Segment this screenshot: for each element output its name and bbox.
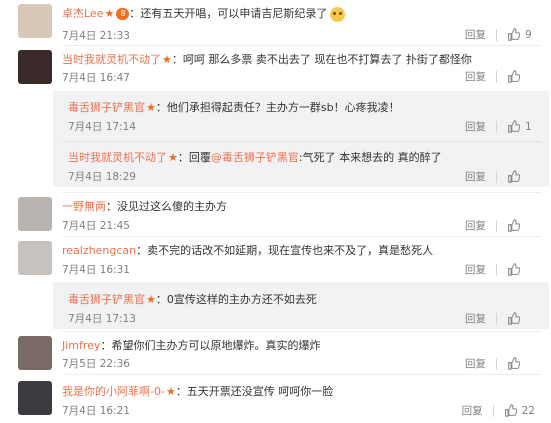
level-badge-icon: 8 — [116, 8, 130, 20]
comment-item: 卓杰Lee★ 8 ：还有五天开唱，可以申请吉尼斯纪录了 7月4日 21:33 回复 … — [0, 0, 551, 48]
commenter-name[interactable]: 当时我就灵机不动了 — [68, 151, 167, 164]
like-button[interactable]: 22 — [504, 404, 535, 417]
sub-reply-item: 毒舌狮子铲黑官★：0宣传这样的主办方还不如去死 7月4日 17:13 回复 — [0, 289, 551, 329]
comment-date: 7月5日 22:36 — [62, 358, 130, 370]
divider — [496, 219, 497, 232]
comment-text: ：还有五天开唱，可以申请吉尼斯纪录了 — [129, 7, 328, 20]
thumbs-up-icon — [504, 404, 517, 417]
like-button[interactable] — [507, 312, 535, 325]
comment-text: ：他们承担得起责任？主办方一群sb！心疼我凌！ — [155, 101, 400, 114]
comment-date: 7月4日 21:45 — [62, 220, 130, 232]
thumbs-up-icon — [508, 263, 520, 276]
divider — [496, 70, 497, 83]
comment-date: 7月4日 21:33 — [62, 30, 130, 42]
divider — [496, 263, 497, 276]
vip-star-icon: ★ — [168, 151, 178, 164]
comment-item: Jimfrey：希望你们主办方可以原地爆炸。真实的爆炸 7月5日 22:36 回… — [0, 332, 551, 374]
like-count: 22 — [521, 404, 535, 417]
like-button[interactable] — [507, 70, 535, 83]
reply-button[interactable]: 回复 — [462, 403, 483, 418]
comment-date: 7月4日 16:21 — [62, 405, 130, 417]
commenter-name[interactable]: 一野無两 — [62, 200, 106, 213]
reply-button[interactable]: 回复 — [465, 27, 486, 42]
comment-date: 7月4日 16:31 — [62, 264, 130, 276]
divider — [496, 357, 497, 370]
divider — [496, 312, 497, 325]
comment-text: ：0宣传这样的主办方还不如去死 — [155, 293, 317, 306]
comment-item: realzhengcan：卖不完的话改不如延期，现在宣传也来不及了，真是愁死人 … — [0, 237, 551, 283]
thumbs-up-icon — [508, 312, 520, 325]
thumbs-up-icon — [508, 28, 520, 41]
like-button[interactable]: 9 — [507, 28, 535, 41]
reply-button[interactable]: 回复 — [465, 169, 486, 184]
comment-text: ：五天开票还没宣传 呵呵你一脸 — [175, 385, 334, 398]
avatar[interactable] — [18, 4, 52, 38]
comment-item: 一野無两：没见过这么傻的主办方 7月4日 21:45 回复 — [0, 193, 551, 237]
sub-reply-item: 当时我就灵机不动了★：回覆@毒舌狮子铲黑官:气死了 本来想去的 真的醉了 7月4… — [0, 147, 551, 187]
thumbs-up-icon — [508, 357, 520, 370]
reply-button[interactable]: 回复 — [465, 119, 486, 134]
divider — [492, 404, 494, 417]
reply-button[interactable]: 回复 — [465, 69, 486, 84]
commenter-name[interactable]: 当时我就灵机不动了 — [62, 53, 161, 66]
commenter-name[interactable]: 我是你的小阿菲啊-0- — [62, 385, 165, 398]
commenter-name[interactable]: Jimfrey — [62, 339, 100, 352]
divider — [62, 141, 541, 142]
vip-star-icon: ★ — [162, 53, 172, 66]
avatar[interactable] — [18, 50, 52, 84]
sub-reply-item: 毒舌狮子铲黑官★：他们承担得起责任？主办方一群sb！心疼我凌！ 7月4日 17:… — [0, 97, 551, 137]
like-button[interactable] — [507, 357, 535, 370]
comment-date: 7月4日 18:29 — [68, 171, 136, 183]
vip-star-icon: ★ — [146, 293, 156, 306]
thumbs-up-icon — [508, 170, 520, 183]
smile-emoji-icon — [330, 6, 346, 22]
comment-date: 7月4日 17:14 — [68, 121, 136, 133]
thumbs-up-icon — [508, 70, 520, 83]
comment-text: ：没见过这么傻的主办方 — [106, 200, 227, 213]
comment-text: ：希望你们主办方可以原地爆炸。真实的爆炸 — [100, 339, 321, 352]
reply-button[interactable]: 回复 — [465, 356, 486, 371]
commenter-name[interactable]: 卓杰Lee — [62, 7, 103, 20]
vip-star-icon: ★ — [165, 385, 176, 398]
comment-text: ：卖不完的话改不如延期，现在宣传也来不及了，真是愁死人 — [136, 244, 434, 257]
avatar[interactable] — [18, 336, 52, 370]
like-button[interactable] — [507, 263, 535, 276]
reply-button[interactable]: 回复 — [465, 311, 486, 326]
avatar[interactable] — [18, 241, 52, 275]
comment-item: 当时我就灵机不动了★：呵呵 那么多票 卖不出去了 现在也不打算去了 扑街了都怪你… — [0, 46, 551, 91]
avatar[interactable] — [18, 197, 52, 231]
divider — [496, 170, 497, 183]
like-button[interactable]: 1 — [507, 120, 535, 133]
comment-item: 我是你的小阿菲啊-0-★：五天开票还没宣传 呵呵你一脸 7月4日 16:21 回… — [0, 375, 551, 423]
reply-button[interactable]: 回复 — [465, 218, 486, 233]
commenter-name[interactable]: 毒舌狮子铲黑官 — [68, 293, 145, 306]
vip-star-icon: ★ — [104, 7, 115, 20]
like-count: 1 — [525, 120, 532, 133]
divider — [496, 28, 497, 41]
divider — [496, 120, 497, 133]
comment-text: ：回覆@毒舌狮子铲黑官:气死了 本来想去的 真的醉了 — [177, 151, 442, 164]
commenter-name[interactable]: realzhengcan — [62, 244, 136, 257]
comment-text: ：呵呵 那么多票 卖不出去了 现在也不打算去了 扑街了都怪你 — [171, 53, 472, 66]
like-count: 9 — [525, 28, 532, 41]
thumbs-up-icon — [508, 120, 520, 133]
like-button[interactable] — [507, 219, 535, 232]
mention-link[interactable]: @毒舌狮子铲黑官 — [211, 151, 299, 164]
avatar[interactable] — [18, 381, 52, 415]
thumbs-up-icon — [508, 219, 520, 232]
comment-date: 7月4日 17:13 — [68, 313, 136, 325]
comment-date: 7月4日 16:47 — [62, 72, 130, 84]
vip-star-icon: ★ — [146, 101, 156, 114]
like-button[interactable] — [507, 170, 535, 183]
reply-button[interactable]: 回复 — [465, 262, 486, 277]
commenter-name[interactable]: 毒舌狮子铲黑官 — [68, 101, 145, 114]
